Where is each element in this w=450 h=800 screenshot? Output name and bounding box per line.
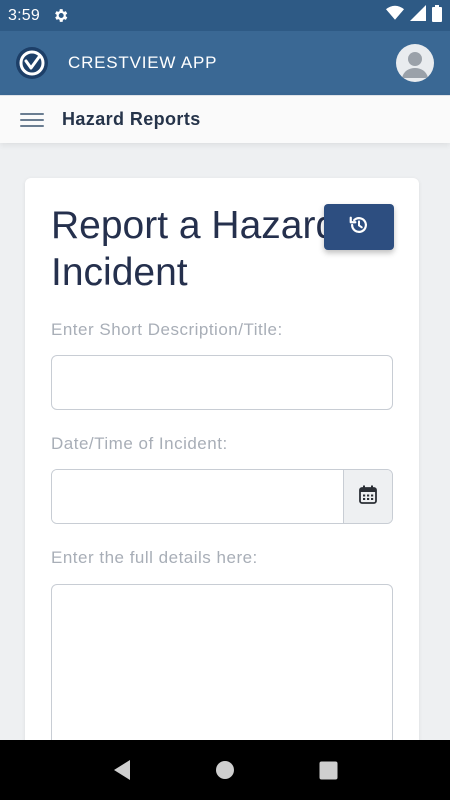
home-icon[interactable] [205, 750, 245, 790]
status-time: 3:59 [8, 6, 40, 24]
short-description-input[interactable] [51, 355, 393, 410]
calendar-icon [359, 485, 377, 509]
app-title: CRESTVIEW APP [68, 53, 218, 72]
calendar-button[interactable] [343, 470, 392, 523]
status-bar: 3:59 [0, 0, 450, 31]
report-form-card: Report a Hazard or Incident Enter Short … [25, 178, 419, 784]
details-label: Enter the full details here: [51, 548, 258, 567]
signal-icon [410, 5, 426, 26]
wifi-icon [386, 5, 404, 26]
short-description-label: Enter Short Description/Title: [51, 320, 283, 339]
back-icon[interactable] [102, 750, 142, 790]
recents-icon[interactable] [308, 750, 348, 790]
datetime-label: Date/Time of Incident: [51, 434, 228, 453]
user-avatar-icon[interactable] [396, 44, 434, 82]
app-bar: CRESTVIEW APP [0, 31, 450, 95]
hamburger-menu-icon[interactable] [20, 108, 44, 132]
datetime-field [51, 469, 393, 524]
gear-icon [52, 7, 69, 24]
page-title: Hazard Reports [62, 109, 201, 129]
datetime-input[interactable] [52, 470, 343, 523]
history-icon [348, 214, 370, 241]
status-icons [386, 4, 442, 27]
history-button[interactable] [324, 204, 394, 250]
battery-icon [432, 4, 442, 27]
crestview-logo[interactable] [16, 47, 48, 79]
page-header: Hazard Reports [0, 95, 450, 143]
system-nav-bar [0, 740, 450, 800]
